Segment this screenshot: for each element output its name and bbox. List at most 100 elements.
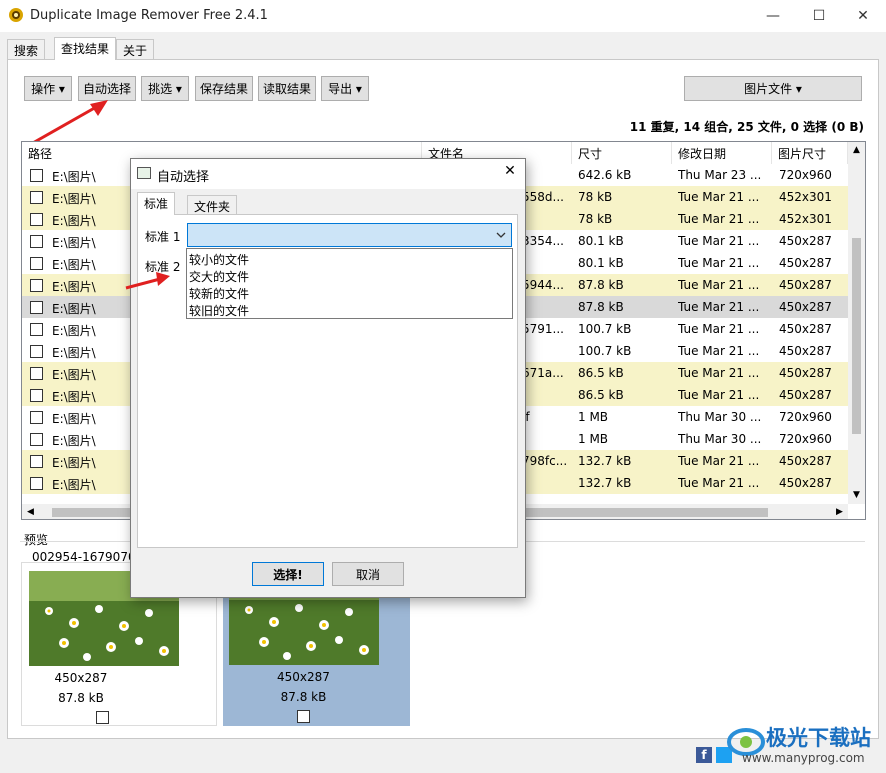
annotation-arrow-icon xyxy=(125,272,170,290)
cell-size: 86.5 kB xyxy=(578,366,624,380)
export-menu-button[interactable]: 导出 ▾ xyxy=(321,76,369,101)
watermark-brand: 极光下载站 xyxy=(766,726,871,750)
tab-search[interactable]: 搜索 xyxy=(7,39,46,59)
cell-dimensions: 720x960 xyxy=(779,432,832,446)
row-checkbox[interactable] xyxy=(30,367,43,380)
cell-dimensions: 450x287 xyxy=(779,454,832,468)
cell-size: 132.7 kB xyxy=(578,454,632,468)
option-larger-file[interactable]: 交大的文件 xyxy=(189,268,249,285)
cell-modified: Tue Mar 21 ... xyxy=(678,278,760,292)
dialog-tab-folder[interactable]: 文件夹 xyxy=(187,195,238,215)
tab-about[interactable]: 关于 xyxy=(116,39,155,59)
row-checkbox[interactable] xyxy=(30,455,43,468)
filter-menu-button[interactable]: 挑选 ▾ xyxy=(141,76,189,101)
cell-modified: Tue Mar 21 ... xyxy=(678,388,760,402)
select-button[interactable]: 选择! xyxy=(252,562,324,586)
row-checkbox[interactable] xyxy=(30,345,43,358)
cell-modified: Tue Mar 21 ... xyxy=(678,344,760,358)
cell-size: 1 MB xyxy=(578,432,609,446)
results-summary: 11 重复, 14 组合, 25 文件, 0 选择 (0 B) xyxy=(629,120,864,134)
cell-modified: Thu Mar 23 ... xyxy=(678,168,762,182)
row-checkbox[interactable] xyxy=(30,257,43,270)
cell-filename: 671a... xyxy=(522,366,564,380)
column-header-size[interactable]: 尺寸 xyxy=(572,142,672,164)
preview-checkbox[interactable] xyxy=(96,711,109,724)
preview-size: 87.8 kB xyxy=(280,690,327,704)
window-title: Duplicate Image Remover Free 2.4.1 xyxy=(30,8,268,23)
cell-size: 86.5 kB xyxy=(578,388,624,402)
row-checkbox[interactable] xyxy=(30,389,43,402)
preview-checkbox[interactable] xyxy=(297,710,310,723)
tab-results[interactable]: 查找结果 xyxy=(54,37,117,60)
scroll-down-icon[interactable]: ▼ xyxy=(848,487,865,504)
row-checkbox[interactable] xyxy=(30,235,43,248)
title-bar: Duplicate Image Remover Free 2.4.1 — ☐ ✕ xyxy=(0,0,886,32)
scroll-thumb[interactable] xyxy=(852,238,861,434)
cell-filename: if xyxy=(522,410,570,424)
cell-modified: Tue Mar 21 ... xyxy=(678,256,760,270)
dialog-tab-criteria[interactable]: 标准 xyxy=(137,192,176,215)
dialog-close-button[interactable]: ✕ xyxy=(495,163,525,185)
option-older-file[interactable]: 较旧的文件 xyxy=(189,302,249,319)
cell-modified: Tue Mar 21 ... xyxy=(678,322,760,336)
cell-size: 132.7 kB xyxy=(578,476,632,490)
cell-modified: Tue Mar 21 ... xyxy=(678,212,760,226)
cell-dimensions: 720x960 xyxy=(779,168,832,182)
cell-dimensions: 452x301 xyxy=(779,212,832,226)
cell-dimensions: 450x287 xyxy=(779,256,832,270)
cell-modified: Tue Mar 21 ... xyxy=(678,190,760,204)
row-checkbox[interactable] xyxy=(30,213,43,226)
scroll-up-icon[interactable]: ▲ xyxy=(848,142,865,159)
cell-dimensions: 720x960 xyxy=(779,410,832,424)
row-checkbox[interactable] xyxy=(30,433,43,446)
image-files-menu-button[interactable]: 图片文件 ▾ xyxy=(684,76,862,101)
scroll-left-icon[interactable]: ◀ xyxy=(22,504,39,519)
criterion-dropdown-list[interactable]: 较小的文件 交大的文件 较新的文件 较旧的文件 xyxy=(186,248,513,319)
vertical-scrollbar[interactable]: ▲ ▼ xyxy=(848,142,865,504)
criterion-1-label: 标准 1 xyxy=(145,230,181,244)
facebook-icon[interactable]: f xyxy=(696,747,712,763)
cell-size: 1 MB xyxy=(578,410,609,424)
cell-size: 87.8 kB xyxy=(578,278,624,292)
option-newer-file[interactable]: 较新的文件 xyxy=(189,285,249,302)
main-tabs: 搜索 查找结果 关于 xyxy=(0,37,886,60)
column-header-modified[interactable]: 修改日期 xyxy=(672,142,772,164)
cell-modified: Tue Mar 21 ... xyxy=(678,366,760,380)
close-button[interactable]: ✕ xyxy=(840,0,886,32)
watermark-url: www.manyprog.com xyxy=(742,751,865,765)
option-smaller-file[interactable]: 较小的文件 xyxy=(189,251,249,268)
preview-dimensions: 450x287 xyxy=(277,670,330,684)
cell-filename: 798fc... xyxy=(522,454,568,468)
auto-select-dialog: 自动选择 ✕ 标准 文件夹 标准 1 标准 2 较小的文件 交大的文件 较新的文… xyxy=(130,158,526,598)
cell-dimensions: 450x287 xyxy=(779,388,832,402)
row-checkbox[interactable] xyxy=(30,411,43,424)
dialog-window-icon xyxy=(137,167,151,179)
dialog-title: 自动选择 xyxy=(157,170,210,185)
row-checkbox[interactable] xyxy=(30,477,43,490)
minimize-button[interactable]: — xyxy=(750,0,796,32)
row-checkbox[interactable] xyxy=(30,301,43,314)
criterion-1-select[interactable] xyxy=(187,223,512,247)
chevron-down-icon xyxy=(496,232,506,238)
cell-filename: 3354... xyxy=(522,234,564,248)
watermark: f 极光下载站 www.manyprog.com xyxy=(690,718,886,773)
cell-size: 78 kB xyxy=(578,212,613,226)
preview-dimensions: 450x287 xyxy=(54,671,108,685)
maximize-button[interactable]: ☐ xyxy=(796,0,842,32)
cancel-button[interactable]: 取消 xyxy=(332,562,404,586)
cell-modified: Tue Mar 21 ... xyxy=(678,454,760,468)
row-checkbox[interactable] xyxy=(30,323,43,336)
row-checkbox[interactable] xyxy=(30,169,43,182)
save-results-button[interactable]: 保存结果 xyxy=(195,76,253,101)
column-header-dimensions[interactable]: 图片尺寸 xyxy=(772,142,848,164)
cell-size: 100.7 kB xyxy=(578,344,632,358)
cell-dimensions: 450x287 xyxy=(779,344,832,358)
row-checkbox[interactable] xyxy=(30,279,43,292)
scroll-right-icon[interactable]: ▶ xyxy=(831,504,848,519)
cell-size: 87.8 kB xyxy=(578,300,624,314)
cell-dimensions: 450x287 xyxy=(779,476,832,490)
cell-size: 80.1 kB xyxy=(578,256,624,270)
row-checkbox[interactable] xyxy=(30,191,43,204)
load-results-button[interactable]: 读取结果 xyxy=(258,76,316,101)
cell-dimensions: 450x287 xyxy=(779,234,832,248)
